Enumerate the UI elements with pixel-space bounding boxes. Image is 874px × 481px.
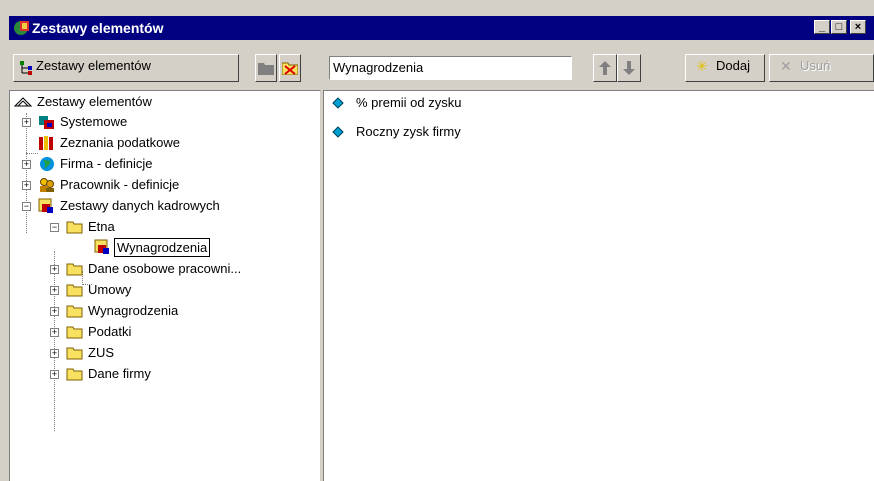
globe-icon — [40, 157, 54, 171]
books-icon — [39, 136, 53, 150]
collapse-icon: − — [50, 222, 59, 232]
delete-folder-button[interactable] — [279, 54, 301, 82]
remove-button[interactable]: ✕ Usuń — [769, 54, 874, 82]
tree-panel[interactable]: Zestawy elementów + Systemowe Zeznania p… — [9, 90, 321, 481]
sets-root-icon — [14, 97, 32, 107]
collapse-icon: − — [22, 201, 31, 211]
folder-icon — [66, 347, 83, 360]
tree-item-label: Zestawy danych kadrowych — [60, 198, 220, 213]
tree-root-label: Zestawy elementów — [37, 94, 152, 109]
close-icon: × — [854, 21, 862, 33]
close-button[interactable]: × — [850, 20, 866, 34]
tree-view-button-label: Zestawy elementów — [36, 58, 151, 73]
element-icon — [332, 97, 344, 109]
remove-icon: ✕ — [780, 58, 792, 74]
minimize-icon: _ — [818, 21, 826, 33]
expand-icon: + — [22, 117, 31, 127]
delete-folder-icon — [282, 62, 298, 75]
move-up-button[interactable] — [593, 54, 617, 82]
tree-item-label: Dane firmy — [88, 366, 151, 381]
sparkle-icon: ✳ — [696, 58, 708, 74]
tree-item-label: ZUS — [88, 345, 114, 360]
data-set-icon — [94, 239, 109, 254]
tree-item-label: Wynagrodzenia — [114, 238, 211, 257]
expand-icon: + — [50, 369, 59, 379]
remove-button-label: Usuń — [800, 58, 831, 73]
tree-item-label: Pracownik - definicje — [60, 177, 180, 192]
expand-icon: + — [50, 264, 59, 274]
folder-icon — [66, 305, 83, 318]
title-bar[interactable]: Zestawy elementów _ □ × — [9, 16, 874, 40]
list-item-label: Roczny zysk firmy — [356, 124, 461, 139]
minimize-button[interactable]: _ — [814, 20, 830, 34]
set-name-input[interactable]: Wynagrodzenia — [329, 56, 572, 80]
system-icon — [39, 116, 54, 129]
arrow-down-icon — [623, 61, 635, 75]
toolbar: Zestawy elementów Wynagrodzenia ✳ Dodaj … — [9, 40, 874, 90]
add-button-label: Dodaj — [716, 58, 750, 73]
tree-line — [26, 113, 28, 233]
tree-item-label: Etna — [88, 219, 115, 234]
tree-item-label: Firma - definicje — [60, 156, 153, 171]
expand-icon: + — [50, 306, 59, 316]
elements-list[interactable]: % premii od zysku Roczny zysk firmy — [323, 90, 874, 481]
expand-icon: + — [22, 180, 31, 190]
tree-view-button[interactable]: Zestawy elementów — [13, 54, 239, 82]
data-set-icon — [38, 198, 53, 213]
open-folder-icon — [66, 221, 83, 234]
expand-icon: + — [50, 327, 59, 337]
maximize-icon: □ — [835, 21, 843, 33]
window-title: Zestawy elementów — [32, 20, 164, 36]
list-item-label: % premii od zysku — [356, 95, 462, 110]
app-window: Zestawy elementów _ □ × Zestawy elementó… — [0, 0, 874, 481]
add-button[interactable]: ✳ Dodaj — [685, 54, 765, 82]
expand-icon: + — [50, 285, 59, 295]
tree-line — [26, 153, 38, 155]
arrow-up-icon — [599, 61, 611, 75]
tree-line — [54, 251, 56, 431]
tree-item-label: Systemowe — [60, 114, 128, 129]
folder-icon — [66, 368, 83, 381]
folder-icon — [66, 263, 83, 276]
tree-item-label: Zeznania podatkowe — [60, 135, 180, 150]
folder-icon — [66, 326, 83, 339]
tree-item-label: Dane osobowe pracowni... — [88, 261, 242, 276]
folder-icon — [258, 63, 274, 75]
expand-icon: + — [50, 348, 59, 358]
move-down-button[interactable] — [617, 54, 641, 82]
tree-item-label: Wynagrodzenia — [88, 303, 179, 318]
expand-icon: + — [22, 159, 31, 169]
app-icon — [14, 21, 29, 35]
element-icon — [332, 126, 344, 138]
tree-item-label: Podatki — [88, 324, 132, 339]
tree-icon — [20, 61, 32, 75]
maximize-button[interactable]: □ — [831, 20, 847, 34]
people-icon — [40, 178, 54, 192]
folder-button[interactable] — [255, 54, 277, 82]
tree-item-label: Umowy — [88, 282, 132, 297]
folder-icon — [66, 284, 83, 297]
